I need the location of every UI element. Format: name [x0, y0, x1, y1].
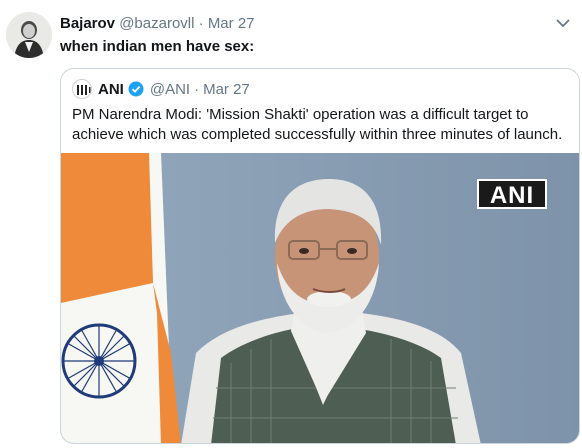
- tweet-date[interactable]: Mar 27: [208, 15, 255, 32]
- quoted-tweet-header: ANI @ANI · Mar 27: [72, 79, 250, 99]
- quoted-display-name[interactable]: ANI: [98, 81, 124, 98]
- quoted-media-image[interactable]: ANI: [61, 153, 579, 443]
- quoted-separator-dot: ·: [194, 80, 200, 98]
- portrait-avatar-icon: [6, 12, 52, 58]
- verified-badge-icon: [128, 81, 144, 97]
- separator-dot: ·: [198, 15, 204, 32]
- quoted-date[interactable]: Mar 27: [203, 81, 250, 98]
- author-display-name[interactable]: Bajarov: [60, 15, 115, 32]
- ani-watermark: ANI: [477, 179, 547, 209]
- ani-logo-icon: [74, 81, 91, 98]
- quoted-handle[interactable]: @ANI: [150, 81, 190, 98]
- author-avatar[interactable]: [6, 12, 52, 58]
- quoted-tweet-text: PM Narendra Modi: 'Mission Shakti' opera…: [72, 106, 563, 143]
- tweet-text: when indian men have sex:: [60, 38, 255, 55]
- quoted-tweet-card[interactable]: ANI @ANI · Mar 27 PM Narendra Modi: 'Mis…: [60, 68, 580, 444]
- ani-avatar[interactable]: [72, 79, 92, 99]
- chevron-down-icon[interactable]: [555, 16, 571, 30]
- author-handle[interactable]: @bazarovll: [119, 15, 194, 32]
- tweet-header: Bajarov @bazarovll · Mar 27: [60, 15, 255, 32]
